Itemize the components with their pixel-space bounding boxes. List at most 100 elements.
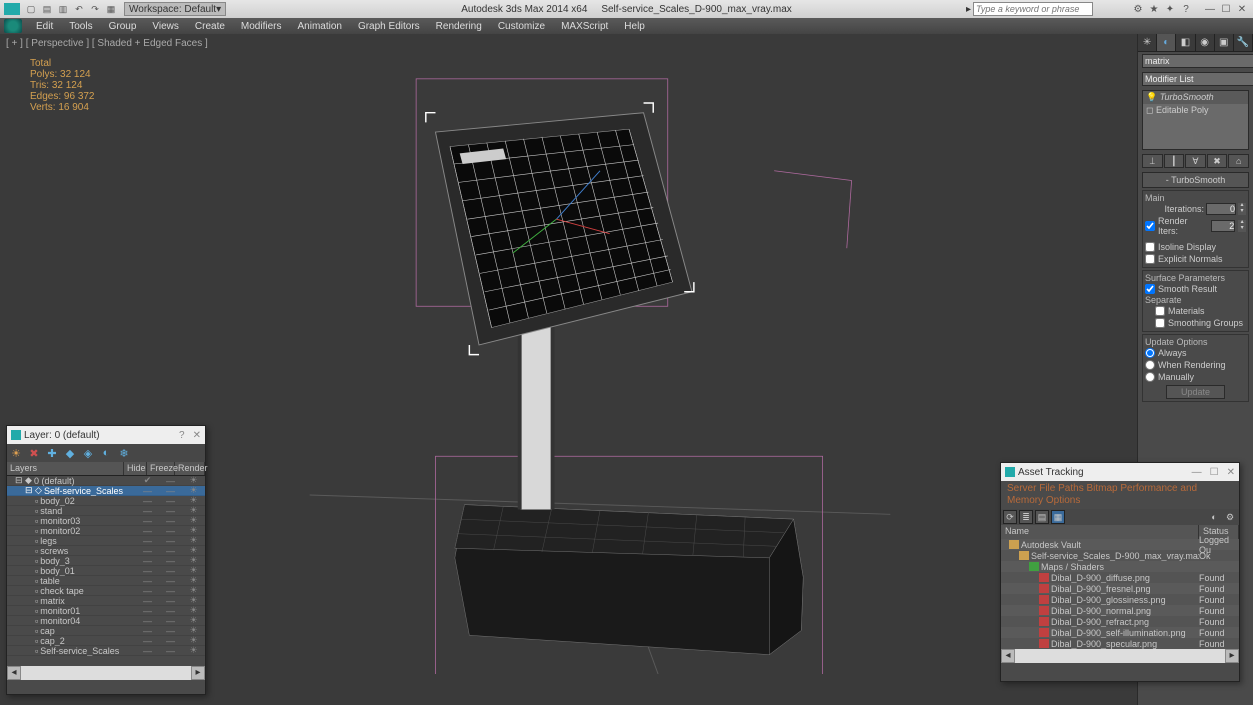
close-icon[interactable]: ✕ <box>1227 467 1235 478</box>
layer-row[interactable]: ▫table——☀ <box>7 576 205 586</box>
undo-icon[interactable]: ↶ <box>72 2 86 16</box>
asset-scrollbar[interactable]: ◂▸ <box>1001 649 1239 663</box>
tree-icon[interactable]: ≣ <box>1019 510 1033 524</box>
layer-row[interactable]: ▫body_02——☀ <box>7 496 205 506</box>
layer-row[interactable]: ▫body_3——☀ <box>7 556 205 566</box>
remove-button[interactable]: ✖ <box>1207 154 1228 168</box>
asset-row[interactable]: Autodesk VaultLogged Ou <box>1001 539 1239 550</box>
new-icon[interactable]: ▢ <box>24 2 38 16</box>
asset-row[interactable]: Dibal_D-900_diffuse.pngFound <box>1001 572 1239 583</box>
menu-edit[interactable]: Edit <box>28 21 61 32</box>
options-icon[interactable]: ⚙ <box>1223 510 1237 524</box>
menu-tools[interactable]: Tools <box>61 21 100 32</box>
menu-help[interactable]: Help <box>616 21 653 32</box>
menu-create[interactable]: Create <box>187 21 233 32</box>
modifier-stack[interactable]: 💡 TurboSmooth ◻ Editable Poly <box>1142 90 1249 150</box>
tab-motion[interactable]: ◉ <box>1196 34 1215 51</box>
layer-row[interactable]: ⊟ ◇Self-service_Scales——☀ <box>7 486 205 496</box>
layer-row[interactable]: ▫monitor04——☀ <box>7 616 205 626</box>
menu-graph-editors[interactable]: Graph Editors <box>350 21 428 32</box>
minimize-button[interactable]: — <box>1203 2 1217 16</box>
asset-panel-title[interactable]: Asset Tracking —☐✕ <box>1001 463 1239 481</box>
asset-row[interactable]: Self-service_Scales_D-900_max_vray.maxOk <box>1001 550 1239 561</box>
asset-rows[interactable]: Autodesk VaultLogged OuSelf-service_Scal… <box>1001 539 1239 649</box>
layer-row[interactable]: ▫body_01——☀ <box>7 566 205 576</box>
menu-modifiers[interactable]: Modifiers <box>233 21 290 32</box>
menu-maxscript[interactable]: MAXScript <box>553 21 616 32</box>
smoothing-groups-checkbox[interactable] <box>1155 318 1165 328</box>
asset-row[interactable]: Dibal_D-900_normal.pngFound <box>1001 605 1239 616</box>
viewport-label[interactable]: [ + ] [ Perspective ] [ Shaded + Edged F… <box>6 38 208 49</box>
unique-button[interactable]: ∀ <box>1185 154 1206 168</box>
redo-icon[interactable]: ↷ <box>88 2 102 16</box>
new-layer-icon[interactable]: ☀ <box>9 446 23 460</box>
app-logo[interactable] <box>4 19 22 33</box>
iterations-input[interactable] <box>1206 203 1236 215</box>
search-input[interactable] <box>973 2 1093 16</box>
star-icon[interactable]: ★ <box>1147 2 1161 16</box>
layer-row[interactable]: ▫matrix——☀ <box>7 596 205 606</box>
menu-views[interactable]: Views <box>144 21 187 32</box>
search-box[interactable]: ▸ <box>966 2 1093 16</box>
menu-rendering[interactable]: Rendering <box>428 21 490 32</box>
minimize-icon[interactable]: — <box>1192 467 1202 478</box>
maximize-icon[interactable]: ☐ <box>1210 467 1219 478</box>
layer-row[interactable]: ▫check tape——☀ <box>7 586 205 596</box>
layer-row[interactable]: ▫cap_2——☀ <box>7 636 205 646</box>
hide-icon[interactable]: ◐ <box>99 446 113 460</box>
modifier-list-dropdown[interactable] <box>1142 72 1253 86</box>
asset-tracking-panel[interactable]: Asset Tracking —☐✕ Server File Paths Bit… <box>1000 462 1240 682</box>
layer-row[interactable]: ▫cap——☀ <box>7 626 205 636</box>
tab-hierarchy[interactable]: ◧ <box>1176 34 1195 51</box>
link-icon[interactable]: ▦ <box>104 2 118 16</box>
isoline-checkbox[interactable] <box>1145 242 1155 252</box>
layer-row[interactable]: ▫legs——☀ <box>7 536 205 546</box>
layer-row[interactable]: ▫monitor01——☀ <box>7 606 205 616</box>
help-icon[interactable]: ? <box>179 430 185 441</box>
always-radio[interactable] <box>1145 348 1155 358</box>
render-iters-checkbox[interactable] <box>1145 221 1155 231</box>
tab-modify[interactable]: ◐ <box>1157 34 1176 51</box>
refresh-icon[interactable]: ⟳ <box>1003 510 1017 524</box>
layer-panel[interactable]: Layer: 0 (default) ?✕ ☀ ✖ ✚ ◆ ◈ ◐ ❄ Laye… <box>6 425 206 695</box>
workspace-dropdown[interactable]: Workspace: Default ▾ <box>124 2 226 16</box>
layer-row[interactable]: ▫stand——☀ <box>7 506 205 516</box>
asset-row[interactable]: Dibal_D-900_glossiness.pngFound <box>1001 594 1239 605</box>
menu-customize[interactable]: Customize <box>490 21 553 32</box>
layer-row[interactable]: ▫monitor03——☀ <box>7 516 205 526</box>
asset-menus[interactable]: Server File Paths Bitmap Performance and… <box>1001 481 1239 509</box>
status-icon[interactable]: ◐ <box>1207 510 1221 524</box>
tab-create[interactable]: ✳ <box>1138 34 1157 51</box>
smooth-result-checkbox[interactable] <box>1145 284 1155 294</box>
layer-rows[interactable]: ⊟ ◆0 (default)✔—☀⊟ ◇Self-service_Scales—… <box>7 476 205 666</box>
select-icon[interactable]: ◆ <box>63 446 77 460</box>
layer-row[interactable]: ▫monitor02——☀ <box>7 526 205 536</box>
exchange-icon[interactable]: ✦ <box>1163 2 1177 16</box>
menu-animation[interactable]: Animation <box>289 21 349 32</box>
add-icon[interactable]: ✚ <box>45 446 59 460</box>
show-end-button[interactable]: ┃ <box>1164 154 1185 168</box>
delete-layer-icon[interactable]: ✖ <box>27 446 41 460</box>
asset-row[interactable]: Dibal_D-900_self-illumination.pngFound <box>1001 627 1239 638</box>
materials-checkbox[interactable] <box>1155 306 1165 316</box>
update-button[interactable]: Update <box>1166 385 1225 399</box>
comm-icon[interactable]: ⚙ <box>1131 2 1145 16</box>
asset-row[interactable]: Dibal_D-900_refract.pngFound <box>1001 616 1239 627</box>
maximize-button[interactable]: ☐ <box>1219 2 1233 16</box>
table-icon[interactable]: ▦ <box>1051 510 1065 524</box>
list-icon[interactable]: ▤ <box>1035 510 1049 524</box>
menu-group[interactable]: Group <box>101 21 145 32</box>
explicit-checkbox[interactable] <box>1145 254 1155 264</box>
asset-row[interactable]: Dibal_D-900_fresnel.pngFound <box>1001 583 1239 594</box>
layer-panel-title[interactable]: Layer: 0 (default) ?✕ <box>7 426 205 444</box>
tab-display[interactable]: ▣ <box>1215 34 1234 51</box>
when-rendering-radio[interactable] <box>1145 360 1155 370</box>
layer-row[interactable]: ▫screws——☀ <box>7 546 205 556</box>
pin-stack-button[interactable]: ⟘ <box>1142 154 1163 168</box>
close-icon[interactable]: ✕ <box>193 430 201 441</box>
render-iters-input[interactable] <box>1211 220 1235 232</box>
rollout-turbosmooth[interactable]: - TurboSmooth <box>1142 172 1249 188</box>
open-icon[interactable]: ▤ <box>40 2 54 16</box>
close-button[interactable]: ✕ <box>1235 2 1249 16</box>
freeze-icon[interactable]: ❄ <box>117 446 131 460</box>
